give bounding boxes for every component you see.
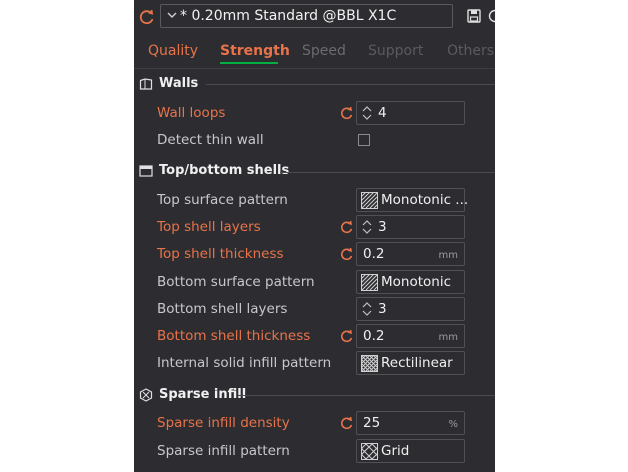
tab-speed[interactable]: Speed <box>302 43 346 59</box>
bottom-surface-pattern-value: Monotonic <box>381 274 452 290</box>
shells-icon <box>139 165 153 177</box>
spin-arrows-icon[interactable] <box>361 218 373 236</box>
unit-label: mm <box>438 332 458 343</box>
wall-loops-label: Wall loops <box>157 105 226 121</box>
wall-loops-spinbox[interactable]: 4 <box>356 101 465 125</box>
bottom-shell-layers-label: Bottom shell layers <box>157 301 288 317</box>
internal-solid-infill-pattern-label: Internal solid infill pattern <box>157 355 332 371</box>
section-divider <box>238 395 495 396</box>
spin-arrows-icon[interactable] <box>361 104 373 122</box>
bottom-shell-layers-value: 3 <box>378 301 387 317</box>
wall-loops-value: 4 <box>378 105 387 121</box>
sparse-infill-pattern-label: Sparse infill pattern <box>157 443 290 459</box>
monotonic-pattern-icon <box>361 274 378 291</box>
bottom-shell-thickness-value: 0.2 <box>363 328 385 344</box>
reset-value-icon[interactable] <box>340 416 354 430</box>
tab-others[interactable]: Others <box>447 43 494 59</box>
sparse-infill-icon <box>139 388 153 402</box>
preset-dropdown[interactable]: * 0.20mm Standard @BBL X1C <box>160 4 453 28</box>
sparse-infill-pattern-select[interactable]: Grid <box>356 439 465 463</box>
tab-quality[interactable]: Quality <box>148 43 198 59</box>
walls-icon <box>139 78 153 90</box>
active-tab-underline <box>220 62 278 64</box>
spin-arrows-icon[interactable] <box>361 300 373 318</box>
tab-strength[interactable]: Strength <box>220 43 290 59</box>
top-shell-layers-value: 3 <box>378 219 387 235</box>
compare-icon[interactable] <box>488 9 495 23</box>
internal-solid-infill-pattern-value: Rectilinear <box>381 355 453 371</box>
section-divider <box>280 172 495 173</box>
unit-label: % <box>448 419 458 430</box>
top-surface-pattern-select[interactable]: Monotonic ... <box>356 188 469 212</box>
top-shell-thickness-input[interactable]: 0.2 mm <box>356 242 465 266</box>
reset-value-icon[interactable] <box>340 220 354 234</box>
reset-value-icon[interactable] <box>340 106 354 120</box>
chevron-down-icon <box>167 12 177 18</box>
monotonic-pattern-icon <box>361 192 378 209</box>
detect-thin-wall-checkbox[interactable] <box>358 134 370 146</box>
section-title-walls: Walls <box>159 76 199 91</box>
bottom-shell-layers-spinbox[interactable]: 3 <box>356 297 465 321</box>
sparse-infill-pattern-value: Grid <box>381 443 410 459</box>
bottom-surface-pattern-select[interactable]: Monotonic <box>356 270 465 294</box>
top-shell-thickness-value: 0.2 <box>363 246 385 262</box>
top-surface-pattern-value: Monotonic ... <box>381 192 469 208</box>
top-shell-layers-spinbox[interactable]: 3 <box>356 215 465 239</box>
top-shell-thickness-label: Top shell thickness <box>157 246 284 262</box>
detect-thin-wall-label: Detect thin wall <box>157 132 264 148</box>
process-settings-panel: * 0.20mm Standard @BBL X1C Quality Stren… <box>134 0 495 472</box>
sparse-infill-density-input[interactable]: 25 % <box>356 411 465 435</box>
bottom-surface-pattern-label: Bottom surface pattern <box>157 274 315 290</box>
section-divider <box>206 84 495 85</box>
sparse-infill-density-label: Sparse infill density <box>157 415 290 431</box>
reset-value-icon[interactable] <box>340 329 354 343</box>
unit-label: mm <box>438 250 458 261</box>
reset-arrow-icon[interactable] <box>138 8 156 26</box>
bottom-shell-thickness-label: Bottom shell thickness <box>157 328 311 344</box>
tab-support[interactable]: Support <box>368 43 423 59</box>
tab-divider <box>134 68 495 69</box>
grid-pattern-icon <box>361 443 378 460</box>
top-surface-pattern-label: Top surface pattern <box>157 192 288 208</box>
internal-solid-infill-pattern-select[interactable]: Rectilinear <box>356 351 465 375</box>
sparse-infill-density-value: 25 <box>363 415 381 431</box>
bottom-shell-thickness-input[interactable]: 0.2 mm <box>356 324 465 348</box>
reset-value-icon[interactable] <box>340 247 354 261</box>
section-title-sparse-infill: Sparse infill <box>159 387 247 402</box>
rectilinear-pattern-icon <box>361 355 378 372</box>
top-shell-layers-label: Top shell layers <box>157 219 261 235</box>
preset-name: * 0.20mm Standard @BBL X1C <box>180 8 397 24</box>
save-icon[interactable] <box>467 9 481 23</box>
section-title-top-bottom-shells: Top/bottom shells <box>159 163 290 178</box>
